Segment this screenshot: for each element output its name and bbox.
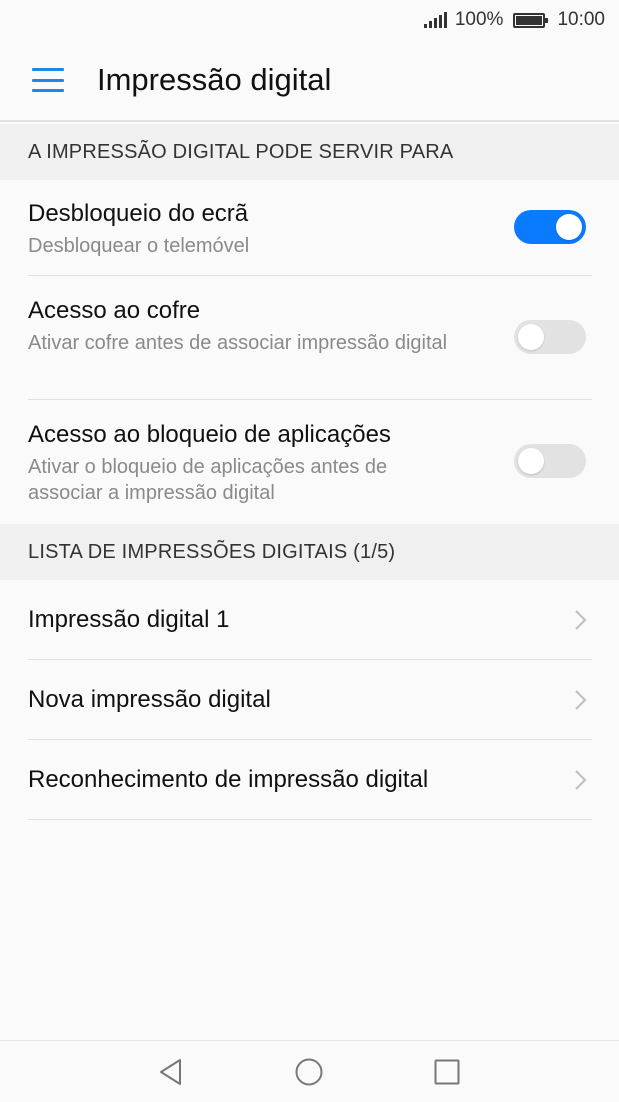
toggle-row-app-lock-access[interactable]: Acesso ao bloqueio de aplicações Ativar … [0,400,619,524]
list-item-new-fingerprint[interactable]: Nova impressão digital [0,660,619,740]
battery-icon [513,12,549,28]
list-item-label: Reconhecimento de impressão digital [28,766,429,793]
chevron-right-icon [575,770,587,790]
toggle-subtitle: Desbloquear o telemóvel [28,235,250,257]
list-item-fingerprint-1[interactable]: Impressão digital 1 [0,580,619,660]
recents-square-icon[interactable] [432,1057,462,1087]
screen-unlock-switch[interactable] [514,210,586,244]
toggle-subtitle: Ativar o bloqueio de aplicações antes de… [28,456,388,504]
toggle-title: Acesso ao bloqueio de aplicações [28,421,391,448]
status-bar: 100% 10:00 [0,0,619,40]
home-circle-icon[interactable] [294,1057,324,1087]
divider [28,819,592,820]
app-bar: Impressão digital [0,40,619,122]
list-item-label: Impressão digital 1 [28,606,230,633]
fingerprint-settings-screen: 100% 10:00 Impressão digital A IMPRESSÃO… [0,0,619,1102]
chevron-right-icon [575,690,587,710]
toggle-row-safe-access[interactable]: Acesso ao cofre Ativar cofre antes de as… [0,276,619,400]
signal-icon [423,12,447,28]
back-triangle-icon[interactable] [156,1057,186,1087]
section-header-fingerprint-list: LISTA DE IMPRESSÕES DIGITAIS (1/5) [0,524,619,580]
list-item-fingerprint-recognition[interactable]: Reconhecimento de impressão digital [0,740,619,820]
page-title: Impressão digital [97,62,332,97]
app-lock-access-switch[interactable] [514,444,586,478]
list-item-label: Nova impressão digital [28,686,271,713]
battery-percent: 100% [454,9,504,30]
system-navigation-bar [0,1040,619,1102]
section-header-uses: A IMPRESSÃO DIGITAL PODE SERVIR PARA [0,124,619,180]
menu-icon[interactable] [32,68,64,92]
toggle-row-screen-unlock[interactable]: Desbloqueio do ecrã Desbloquear o telemó… [0,180,619,276]
chevron-right-icon [575,610,587,630]
toggle-title: Desbloqueio do ecrã [28,200,249,227]
clock: 10:00 [557,9,605,30]
toggle-subtitle: Ativar cofre antes de associar impressão… [28,332,448,354]
safe-access-switch[interactable] [514,320,586,354]
toggle-title: Acesso ao cofre [28,297,201,324]
